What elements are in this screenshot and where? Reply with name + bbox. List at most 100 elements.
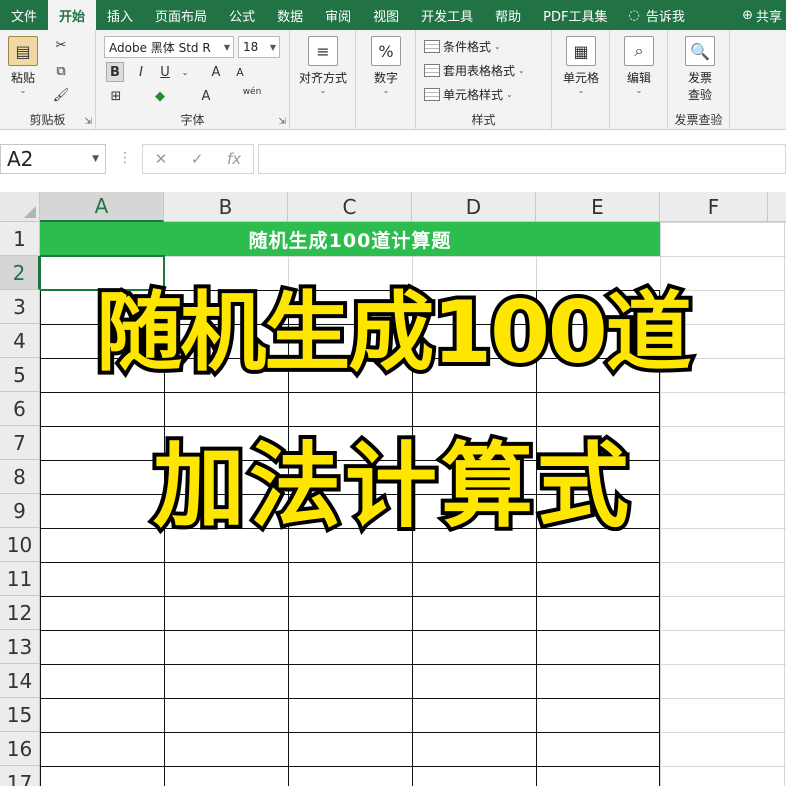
tab-page-layout[interactable]: 页面布局: [144, 0, 218, 30]
font-group: Adobe 黑体 Std R ▼ 18 ▼ B I U ⌄ A A ⊞ ◆ A …: [96, 30, 290, 130]
cell-styles-caret-icon: ⌄: [506, 90, 513, 99]
invoice-btn-line1: 发票: [687, 71, 712, 85]
tab-developer[interactable]: 开发工具: [410, 0, 484, 30]
column-header-g[interactable]: [768, 192, 786, 222]
conditional-format-icon: [424, 40, 440, 53]
tab-home[interactable]: 开始: [48, 0, 97, 30]
cut-icon[interactable]: ✂: [52, 36, 70, 54]
fill-color-icon[interactable]: ◆: [150, 86, 170, 106]
share-button[interactable]: ⊕ 共享: [731, 0, 786, 30]
row-header[interactable]: 14: [0, 664, 40, 698]
number-format-button[interactable]: % 数字 ⌄: [368, 36, 404, 95]
invoice-btn-line2: 查验: [687, 88, 712, 102]
grow-font-button[interactable]: A: [206, 62, 226, 82]
tab-formulas[interactable]: 公式: [218, 0, 266, 30]
cells-icon: ▦: [566, 36, 596, 66]
select-all-corner[interactable]: [0, 192, 40, 222]
format-as-table-button[interactable]: 套用表格格式 ⌄: [424, 62, 525, 79]
name-box[interactable]: A2 ▼: [0, 144, 106, 174]
tell-me-box[interactable]: ◌ 告诉我: [618, 0, 688, 30]
invoice-group-label: 发票查验: [674, 113, 723, 127]
font-size-select[interactable]: 18 ▼: [238, 36, 280, 58]
name-box-value: A2: [7, 147, 34, 171]
clipboard-launcher-icon[interactable]: ⇲: [84, 117, 92, 127]
tell-me-label: 告诉我: [645, 9, 685, 25]
title-cell-a1[interactable]: 随机生成100道计算题: [40, 222, 660, 256]
styles-group: 条件格式 ⌄ 套用表格格式 ⌄ 单元格样式 ⌄ 样式: [416, 30, 552, 130]
row-header[interactable]: 1: [0, 222, 40, 256]
number-label: 数字: [373, 71, 398, 85]
tab-review[interactable]: 审阅: [314, 0, 362, 30]
column-header-e[interactable]: E: [536, 192, 660, 222]
cells-label: 单元格: [562, 71, 599, 85]
cells-button[interactable]: ▦ 单元格 ⌄: [558, 36, 604, 95]
search-icon: ⌕: [624, 36, 654, 66]
font-group-label: 字体: [180, 113, 205, 127]
cell-styles-button[interactable]: 单元格样式 ⌄: [424, 86, 513, 103]
format-painter-icon[interactable]: 🖌: [52, 86, 70, 104]
number-group: % 数字 ⌄: [356, 30, 416, 130]
formula-buttons: ✕ ✓ fx: [142, 144, 254, 174]
formula-input[interactable]: [258, 144, 786, 174]
tab-view[interactable]: 视图: [362, 0, 410, 30]
paste-icon: ▤: [8, 36, 38, 66]
share-label: 共享: [755, 9, 782, 25]
paste-button[interactable]: ▤ 粘贴 ⌄: [8, 36, 38, 95]
cells-caret-icon: ⌄: [577, 86, 585, 95]
enter-icon[interactable]: ✓: [191, 150, 204, 168]
row-header[interactable]: 16: [0, 732, 40, 766]
tab-data[interactable]: 数据: [266, 0, 314, 30]
font-name-value: Adobe 黑体 Std R: [109, 40, 211, 55]
underline-button[interactable]: U: [156, 62, 174, 82]
italic-button[interactable]: I: [132, 62, 150, 82]
invoice-search-icon: 🔍: [685, 36, 715, 66]
tab-pdf-tools[interactable]: PDF工具集: [532, 0, 618, 30]
row-header[interactable]: 11: [0, 562, 40, 596]
lightbulb-icon: ◌: [628, 7, 640, 23]
share-icon: ⊕: [742, 7, 753, 23]
menu-bar: 文件 开始 插入 页面布局 公式 数据 审阅 视图 开发工具 帮助 PDF工具集…: [0, 0, 786, 30]
editing-label: 编辑: [626, 71, 651, 85]
clipboard-group: ▤ 粘贴 ⌄ ✂ ⧉ 🖌 剪贴板 ⇲: [0, 30, 96, 130]
format-as-table-label: 套用表格格式: [443, 64, 516, 78]
row-header[interactable]: 12: [0, 596, 40, 630]
alignment-button[interactable]: ≡ 对齐方式 ⌄: [298, 36, 348, 95]
column-header-a[interactable]: A: [40, 192, 164, 222]
format-as-table-icon: [424, 64, 440, 77]
phonetic-guide-button[interactable]: wén: [240, 82, 264, 102]
paste-caret-icon: ⌄: [19, 86, 27, 95]
name-box-dropdown-icon: ▼: [92, 154, 99, 164]
column-header-b[interactable]: B: [164, 192, 288, 222]
cell-styles-label: 单元格样式: [443, 88, 504, 102]
font-color-button[interactable]: A: [196, 86, 216, 106]
format-as-table-caret-icon: ⌄: [518, 66, 525, 75]
tab-help[interactable]: 帮助: [484, 0, 532, 30]
ribbon: ▤ 粘贴 ⌄ ✂ ⧉ 🖌 剪贴板 ⇲ Adobe 黑体 Std R ▼ 18 ▼…: [0, 30, 786, 130]
bold-button[interactable]: B: [106, 62, 124, 82]
underline-dropdown-icon[interactable]: ⌄: [180, 62, 190, 82]
conditional-format-button[interactable]: 条件格式 ⌄: [424, 38, 501, 55]
column-header-d[interactable]: D: [412, 192, 536, 222]
cancel-icon[interactable]: ✕: [155, 150, 168, 168]
cells-group: ▦ 单元格 ⌄: [552, 30, 610, 130]
shrink-font-button[interactable]: A: [230, 62, 250, 82]
overlay-caption-line2: 加法计算式: [149, 429, 633, 544]
alignment-group: ≡ 对齐方式 ⌄: [290, 30, 356, 130]
tab-insert[interactable]: 插入: [96, 0, 144, 30]
font-name-select[interactable]: Adobe 黑体 Std R ▼: [104, 36, 234, 58]
tab-file[interactable]: 文件: [0, 0, 48, 30]
row-header[interactable]: 15: [0, 698, 40, 732]
column-header-c[interactable]: C: [288, 192, 412, 222]
borders-icon[interactable]: ⊞: [106, 86, 126, 106]
font-launcher-icon[interactable]: ⇲: [278, 117, 286, 127]
row-header[interactable]: 13: [0, 630, 40, 664]
invoice-check-button[interactable]: 🔍 发票 查验: [680, 36, 720, 103]
row-header[interactable]: 17: [0, 766, 40, 786]
clipboard-group-label: 剪贴板: [29, 113, 66, 127]
column-header-f[interactable]: F: [660, 192, 768, 222]
copy-icon[interactable]: ⧉: [52, 62, 70, 80]
formula-bar-grip-icon: ⋮: [118, 150, 132, 166]
insert-function-icon[interactable]: fx: [227, 150, 241, 168]
editing-button[interactable]: ⌕ 编辑 ⌄: [620, 36, 658, 95]
font-size-value: 18: [243, 40, 259, 54]
